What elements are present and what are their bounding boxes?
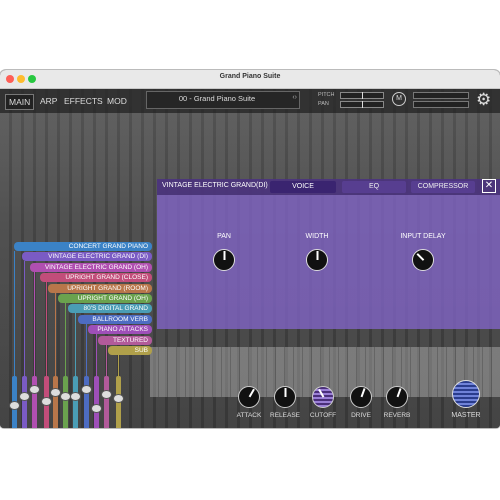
layer-volume-fader[interactable]	[9, 376, 20, 428]
layer-item[interactable]: PIANO ATTACKS	[88, 325, 152, 335]
layer-connector	[96, 334, 97, 376]
close-icon[interactable]: ✕	[482, 179, 496, 193]
pitch-slider[interactable]	[340, 92, 384, 99]
layer-volume-fader[interactable]	[91, 376, 102, 428]
layer-item[interactable]: UPRIGHT GRAND (OH)	[58, 294, 152, 303]
fx-knob-label: RELEASE	[270, 412, 300, 419]
pan-slider[interactable]	[340, 101, 384, 108]
fx-knob-label: ATTACK	[236, 412, 262, 419]
tab-voice[interactable]: VOICE	[270, 181, 336, 193]
layer-settings-panel: VINTAGE ELECTRIC GRAND(DI) VOICE EQ COMP…	[157, 179, 500, 329]
layer-item[interactable]: VINTAGE ELECTRIC GRAND (DI)	[22, 252, 152, 262]
master-knob[interactable]	[452, 380, 480, 408]
pitch-label: PITCH	[318, 92, 335, 98]
layer-volume-fader[interactable]	[50, 376, 61, 428]
input-delay-knob-label: INPUT DELAY	[400, 233, 446, 240]
layer-item[interactable]: UPRIGHT GRAND (CLOSE)	[40, 273, 152, 283]
layer-item[interactable]: CONCERT GRAND PIANO	[14, 242, 152, 251]
width-knob[interactable]	[306, 249, 328, 271]
master-label: MASTER	[451, 412, 481, 419]
layer-connector	[46, 282, 47, 376]
layer-volume-fader[interactable]	[101, 376, 112, 428]
fx-knob-reverb[interactable]	[386, 386, 408, 408]
layer-connector	[24, 261, 25, 376]
layer-volume-fader[interactable]	[60, 376, 71, 428]
tab-eq[interactable]: EQ	[342, 181, 406, 193]
plugin-window: Grand Piano Suite MAIN ARP EFFECTS MOD 0…	[0, 70, 500, 428]
panel-header: VINTAGE ELECTRIC GRAND(DI) VOICE EQ COMP…	[157, 179, 500, 195]
output-meter-right	[413, 101, 469, 108]
preset-selector[interactable]: 00 - Grand Piano Suite ‹›	[146, 91, 300, 109]
layer-item[interactable]: UPRIGHT GRAND (ROOM)	[48, 283, 152, 293]
window-title: Grand Piano Suite	[219, 73, 281, 80]
layer-volume-fader[interactable]	[70, 376, 81, 428]
fader-handle[interactable]	[91, 403, 102, 413]
preset-name: 00 - Grand Piano Suite	[178, 94, 256, 103]
layer-connector	[65, 303, 66, 376]
pan-label: PAN	[318, 101, 329, 107]
output-meter-left	[413, 92, 469, 99]
fx-knob-attack[interactable]	[238, 386, 260, 408]
title-bar: Grand Piano Suite	[0, 70, 500, 89]
top-bar: MAIN ARP EFFECTS MOD 00 - Grand Piano Su…	[0, 89, 500, 113]
layer-volume-fader[interactable]	[29, 376, 40, 428]
layer-item[interactable]: 80'S DIGITAL GRAND	[68, 304, 152, 314]
chevron-left-right-icon[interactable]: ‹›	[292, 94, 297, 101]
layer-connector	[106, 344, 107, 376]
layer-item[interactable]: TEXTURED	[98, 335, 152, 345]
fx-knob-cutoff[interactable]	[312, 386, 334, 408]
fx-knob-release[interactable]	[274, 386, 296, 408]
pan-knob-label: PAN	[217, 233, 231, 240]
gear-icon[interactable]: ⚙	[476, 90, 491, 110]
midi-button[interactable]: M	[392, 92, 406, 106]
tab-compressor[interactable]: COMPRESSOR	[411, 181, 475, 193]
fx-knob-label: CUTOFF	[309, 412, 337, 419]
layer-volume-fader[interactable]	[19, 376, 30, 428]
fader-handle[interactable]	[101, 389, 112, 399]
layer-connector	[55, 292, 56, 376]
layer-item[interactable]: SUB	[108, 346, 152, 355]
layer-connector	[75, 313, 76, 376]
width-knob-label: WIDTH	[305, 233, 329, 240]
tab-arp[interactable]: ARP	[37, 94, 60, 108]
pan-knob[interactable]	[213, 249, 235, 271]
panel-title: VINTAGE ELECTRIC GRAND(DI)	[162, 182, 268, 189]
fx-knob-drive[interactable]	[350, 386, 372, 408]
layer-volume-fader[interactable]	[113, 376, 124, 428]
layer-connector	[34, 271, 35, 376]
tab-main[interactable]: MAIN	[5, 94, 35, 110]
layer-volume-fader[interactable]	[41, 376, 52, 428]
layer-item[interactable]: VINTAGE ELECTRIC GRAND (OH)	[30, 262, 152, 272]
layer-volume-fader[interactable]	[81, 376, 92, 428]
tab-effects[interactable]: EFFECTS	[61, 94, 106, 108]
fader-handle[interactable]	[41, 396, 52, 406]
tab-mod[interactable]: MOD	[104, 94, 130, 108]
fx-knob-label: DRIVE	[351, 412, 371, 419]
input-delay-knob[interactable]	[412, 249, 434, 271]
layer-connector	[14, 251, 15, 376]
layer-connector	[86, 323, 87, 376]
layer-connector	[118, 355, 119, 376]
layer-item[interactable]: BALLROOM VERB	[78, 314, 152, 324]
fx-knob-label: REVERB	[383, 412, 411, 419]
plugin-ui: MAIN ARP EFFECTS MOD 00 - Grand Piano Su…	[0, 89, 500, 428]
